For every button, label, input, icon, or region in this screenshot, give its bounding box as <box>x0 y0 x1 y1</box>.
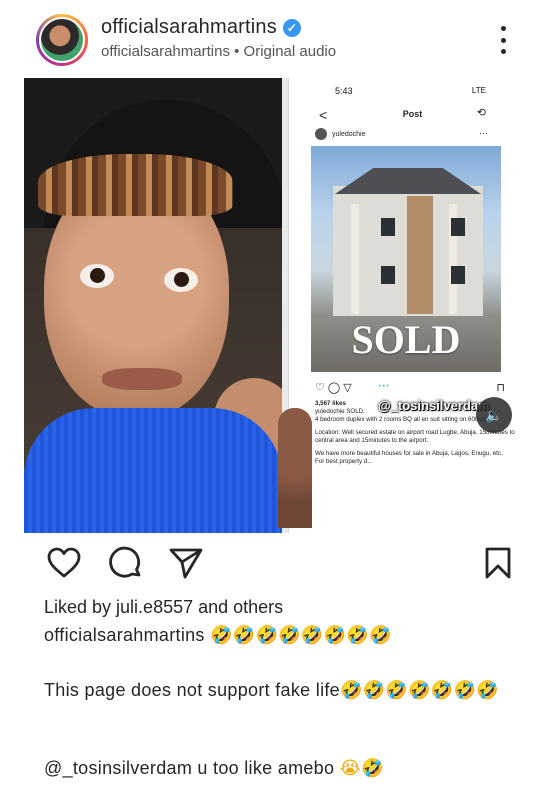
phone-caption-line-4: We have more beautiful houses for sale i… <box>315 450 503 457</box>
phone-likes: 3,567 likes <box>315 400 346 407</box>
caption-emojis: 🤣🤣🤣🤣🤣🤣🤣🤣 <box>210 625 392 646</box>
liked-by[interactable]: Liked by juli.e8557 and others <box>44 597 283 618</box>
phone-nav-title: Post <box>402 109 423 119</box>
phone-action-row: ♡ ◯ ▽ ⊓ <box>315 381 505 394</box>
phone-more-icon: ··· <box>479 128 488 138</box>
phone-time: 5:43 <box>335 86 353 96</box>
sold-overlay-text: SOLD <box>351 317 461 362</box>
phone-bookmark-icon: ⊓ <box>496 382 505 394</box>
phone-caption-line-1: yuledochie SOLD. <box>315 408 365 415</box>
peeking-face <box>278 408 312 528</box>
bookmark-icon[interactable] <box>480 545 516 581</box>
house-photo: SOLD <box>311 146 501 372</box>
more-vertical-icon[interactable] <box>498 26 508 54</box>
phone-screenshot: 5:43 LTE < Post ⟲ yuledochie ··· SOLD ♡ … <box>288 78 536 533</box>
username[interactable]: officialsarahmartins <box>101 16 277 39</box>
comment-text: This page does not support fake life <box>44 680 340 700</box>
heart-icon[interactable] <box>46 545 82 581</box>
phone-caption-line-2: 4 bedroom duplex with 2 rooms BQ all en … <box>315 416 492 423</box>
speaker-muted-icon[interactable]: 🔈 <box>476 397 512 433</box>
action-row <box>0 545 542 585</box>
comment: This page does not support fake life🤣🤣🤣🤣… <box>44 677 514 704</box>
phone-caption-line-5: For best property d... <box>315 458 373 465</box>
comment-emojis: 🤣🤣🤣🤣🤣🤣🤣 <box>339 680 499 701</box>
phone-nav-bar: < Post ⟲ <box>289 106 536 126</box>
comment-bubble-icon[interactable] <box>108 545 144 581</box>
phone-avatar <box>315 128 327 140</box>
phone-poster-name: yuledochie <box>332 130 366 138</box>
post-caption: officialsarahmartins 🤣🤣🤣🤣🤣🤣🤣🤣 <box>44 625 392 646</box>
phone-heart-icon: ♡ ◯ ▽ <box>315 382 352 394</box>
audio-subline[interactable]: officialsarahmartins • Original audio <box>101 43 336 60</box>
avatar[interactable] <box>36 14 88 66</box>
phone-carousel-dots: • • • <box>379 384 389 390</box>
post-media[interactable]: 5:43 LTE < Post ⟲ yuledochie ··· SOLD ♡ … <box>24 78 536 533</box>
phone-caption-line-3: Location: Well secured estate on airport… <box>315 429 515 444</box>
comment-text: u too like amebo <box>192 758 340 778</box>
watermark: @_tosinsilverdam <box>378 398 490 413</box>
phone-post-user: yuledochie <box>315 128 365 140</box>
headband <box>38 154 233 216</box>
verified-badge-icon: ✓ <box>282 18 301 37</box>
username-row: officialsarahmartins ✓ <box>101 16 301 39</box>
caption-username[interactable]: officialsarahmartins <box>44 625 205 645</box>
comment: @_tosinsilverdam u too like amebo 😭🤣 <box>44 758 384 779</box>
refresh-icon: ⟲ <box>476 107 486 119</box>
paper-plane-icon[interactable] <box>168 545 204 581</box>
post-header: officialsarahmartins ✓ officialsarahmart… <box>0 0 542 72</box>
phone-network: LTE <box>471 86 486 95</box>
comment-emojis: 😭🤣 <box>339 758 384 779</box>
comment-mention[interactable]: @_tosinsilverdam <box>44 758 192 778</box>
selfie-video-frame <box>24 78 282 533</box>
